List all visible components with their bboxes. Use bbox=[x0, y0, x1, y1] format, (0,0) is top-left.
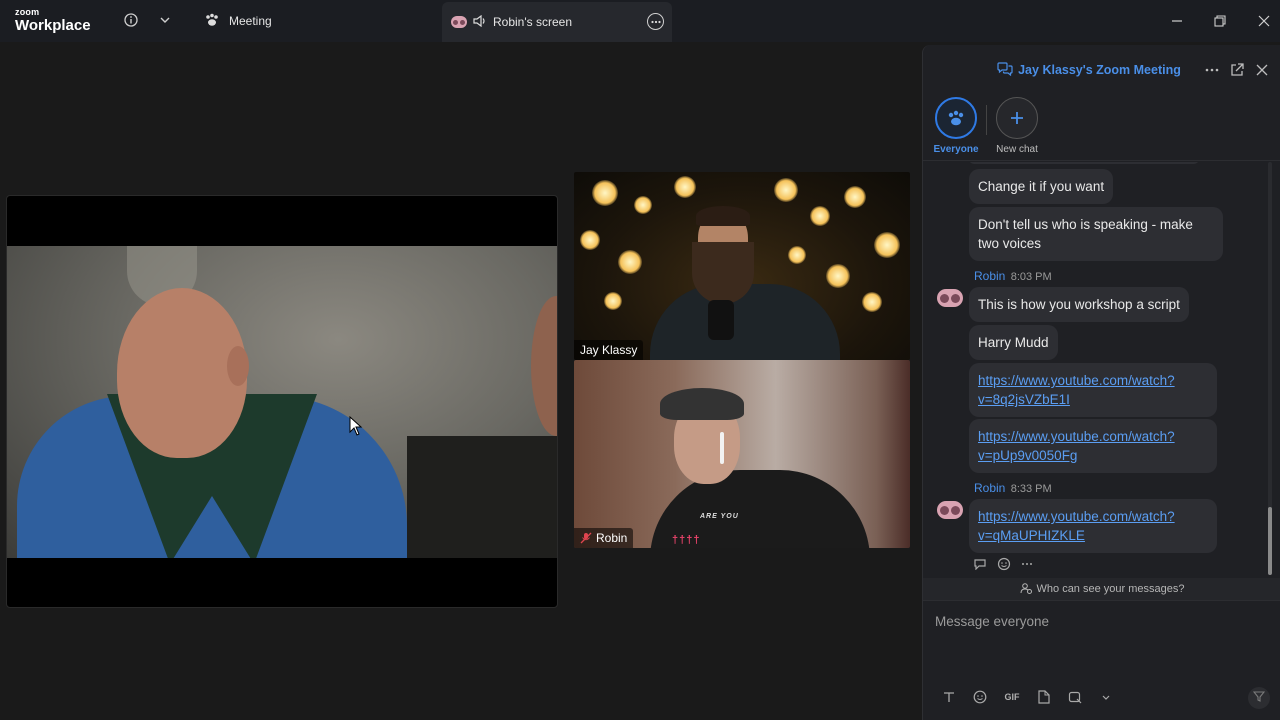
shirt-text: ARE YOU bbox=[700, 513, 739, 520]
message-sender: Robin 8:33 PM bbox=[974, 481, 1052, 495]
text-format-icon[interactable] bbox=[941, 689, 957, 705]
app-logo: zoom Workplace bbox=[15, 7, 91, 34]
scrollbar-thumb[interactable] bbox=[1268, 507, 1272, 575]
tab-robins-screen[interactable]: Robin's screen bbox=[442, 2, 672, 42]
speaker-icon bbox=[473, 14, 487, 30]
video-tile-jay[interactable]: Jay Klassy bbox=[574, 172, 910, 360]
send-button[interactable] bbox=[1248, 687, 1270, 709]
message-text: Harry Mudd bbox=[978, 335, 1049, 350]
message-bubble[interactable]: Change it if you want bbox=[969, 169, 1114, 204]
message-text: This is how you workshop a script bbox=[978, 297, 1180, 312]
participant-name: Jay Klassy bbox=[580, 343, 638, 357]
video-tile-robin[interactable]: ARE YOU †††† Robin bbox=[574, 360, 910, 548]
recipient-label: New chat bbox=[996, 144, 1038, 155]
message-link[interactable]: https://www.youtube.com/watch?v=pUp9v005… bbox=[978, 429, 1175, 463]
chevron-down-icon[interactable] bbox=[1098, 689, 1114, 705]
chat-title-text: Jay Klassy's Zoom Meeting bbox=[1018, 63, 1181, 77]
mouse-cursor-icon bbox=[349, 416, 363, 436]
more-actions-icon[interactable] bbox=[1021, 557, 1033, 576]
screenshot-icon[interactable] bbox=[1067, 689, 1083, 705]
everyone-icon bbox=[935, 97, 977, 139]
send-icon bbox=[1252, 689, 1266, 707]
privacy-icon bbox=[1020, 582, 1032, 597]
participant-name-tag: Jay Klassy bbox=[574, 340, 644, 360]
message-actions bbox=[973, 557, 1033, 576]
reply-icon[interactable] bbox=[973, 557, 987, 576]
message-bubble-partial bbox=[969, 162, 1199, 164]
message-time: 8:03 PM bbox=[1010, 271, 1052, 283]
sender-name: Robin bbox=[974, 481, 1006, 495]
robin-avatar-icon bbox=[451, 16, 467, 28]
shared-screen[interactable] bbox=[6, 195, 558, 608]
sender-name: Robin bbox=[974, 269, 1006, 283]
message-text: Don't tell us who is speaking - make two… bbox=[978, 217, 1193, 251]
message-input[interactable] bbox=[935, 611, 1265, 631]
minimize-button[interactable] bbox=[1167, 11, 1187, 31]
message-link[interactable]: https://www.youtube.com/watch?v=8q2jsVZb… bbox=[978, 373, 1175, 407]
recipient-everyone[interactable]: Everyone bbox=[926, 97, 986, 155]
chevron-down-icon[interactable] bbox=[155, 10, 175, 30]
who-can-see-link[interactable]: Who can see your messages? bbox=[923, 578, 1280, 600]
avatar[interactable] bbox=[937, 501, 963, 519]
meeting-tab[interactable]: Meeting bbox=[204, 0, 272, 42]
who-can-see-label: Who can see your messages? bbox=[1036, 583, 1185, 595]
meeting-tab-label: Meeting bbox=[229, 14, 272, 28]
shirt-logo: †††† bbox=[672, 534, 701, 546]
chat-title[interactable]: Jay Klassy's Zoom Meeting bbox=[997, 61, 1181, 79]
more-icon[interactable] bbox=[1203, 61, 1221, 79]
restore-button[interactable] bbox=[1210, 11, 1230, 31]
message-list: Change it if you want Don't tell us who … bbox=[923, 162, 1269, 577]
message-bubble[interactable]: Don't tell us who is speaking - make two… bbox=[969, 207, 1223, 261]
message-time: 8:33 PM bbox=[1010, 483, 1052, 495]
microphone-muted-icon bbox=[580, 532, 592, 544]
message-bubble[interactable]: Harry Mudd bbox=[969, 325, 1058, 360]
compose-area: GIF bbox=[923, 600, 1280, 720]
message-bubble[interactable]: https://www.youtube.com/watch?v=pUp9v005… bbox=[969, 419, 1217, 473]
close-icon[interactable] bbox=[1253, 61, 1271, 79]
compose-toolbar: GIF bbox=[941, 689, 1114, 705]
chat-bubbles-icon bbox=[997, 61, 1013, 79]
add-reaction-icon[interactable] bbox=[997, 557, 1011, 576]
message-bubble[interactable]: https://www.youtube.com/watch?v=8q2jsVZb… bbox=[969, 363, 1217, 417]
message-sender: Robin 8:03 PM bbox=[974, 269, 1052, 283]
meeting-stage: Jay Klassy ARE YOU †††† Robin bbox=[0, 42, 922, 720]
message-text: Change it if you want bbox=[978, 179, 1105, 194]
file-icon[interactable] bbox=[1036, 689, 1052, 705]
pop-out-icon[interactable] bbox=[1228, 61, 1246, 79]
paw-icon bbox=[204, 12, 220, 31]
message-bubble[interactable]: https://www.youtube.com/watch?v=qMaUPHIZ… bbox=[969, 499, 1217, 553]
participant-name: Robin bbox=[596, 531, 628, 545]
close-window-button[interactable] bbox=[1254, 11, 1274, 31]
recipient-label: Everyone bbox=[933, 144, 979, 155]
chat-panel: Jay Klassy's Zoom Meeting Everyone New c… bbox=[922, 45, 1280, 720]
info-icon[interactable] bbox=[121, 10, 141, 30]
more-options-icon[interactable] bbox=[647, 13, 664, 30]
plus-icon bbox=[996, 97, 1038, 139]
message-bubble[interactable]: This is how you workshop a script bbox=[969, 287, 1189, 322]
shared-video-frame bbox=[7, 246, 557, 558]
title-bar: zoom Workplace Meeting Robin's screen bbox=[0, 0, 1280, 42]
new-chat-button[interactable]: New chat bbox=[987, 97, 1047, 155]
logo-top-text: zoom bbox=[15, 7, 40, 17]
participant-name-tag: Robin bbox=[574, 528, 634, 548]
chat-header: Jay Klassy's Zoom Meeting bbox=[923, 45, 1280, 95]
avatar[interactable] bbox=[937, 289, 963, 307]
logo-bottom-text: Workplace bbox=[15, 17, 91, 34]
gif-button[interactable]: GIF bbox=[1003, 689, 1021, 705]
message-scrollbar[interactable] bbox=[1268, 162, 1272, 575]
tab-label: Robin's screen bbox=[493, 15, 572, 29]
emoji-icon[interactable] bbox=[972, 689, 988, 705]
recipient-bar: Everyone New chat bbox=[923, 95, 1280, 161]
message-link[interactable]: https://www.youtube.com/watch?v=qMaUPHIZ… bbox=[978, 509, 1175, 543]
